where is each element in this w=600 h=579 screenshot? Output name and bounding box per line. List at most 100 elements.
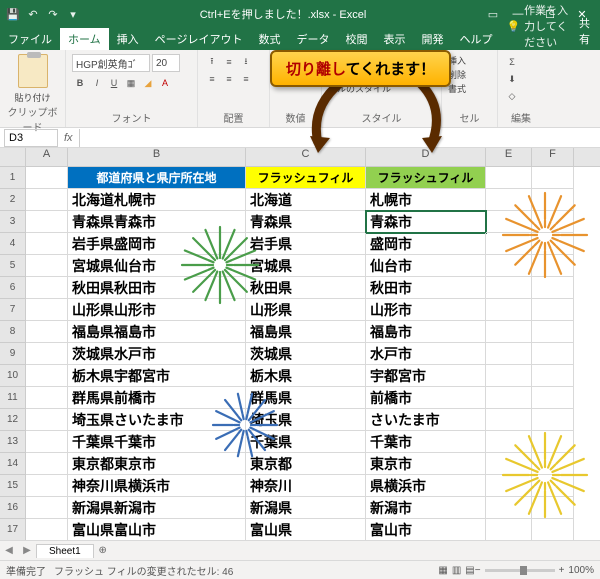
cell[interactable]: 群馬県: [246, 387, 366, 409]
row-header[interactable]: 13: [0, 431, 26, 453]
row-header[interactable]: 8: [0, 321, 26, 343]
cell[interactable]: 青森市: [366, 211, 486, 233]
zoom-slider[interactable]: [485, 569, 555, 572]
cell[interactable]: [532, 497, 574, 519]
zoom-level[interactable]: 100%: [568, 565, 594, 576]
row-header[interactable]: 12: [0, 409, 26, 431]
cell[interactable]: 東京都東京市: [68, 453, 246, 475]
sheet-nav-prev[interactable]: ◀: [0, 545, 18, 556]
cell[interactable]: 新潟県: [246, 497, 366, 519]
cell[interactable]: [532, 233, 574, 255]
ribbon-options-icon[interactable]: ▭: [486, 7, 500, 21]
row-header[interactable]: 6: [0, 277, 26, 299]
cell[interactable]: [486, 167, 532, 189]
cell[interactable]: [486, 431, 532, 453]
align-center-button[interactable]: ≡: [221, 71, 237, 87]
cell[interactable]: 山形県山形市: [68, 299, 246, 321]
col-header-b[interactable]: B: [68, 148, 246, 166]
cell[interactable]: 茨城県: [246, 343, 366, 365]
cell[interactable]: [486, 277, 532, 299]
cell[interactable]: [532, 387, 574, 409]
tab-view[interactable]: 表示: [375, 28, 413, 50]
cell[interactable]: 山形県: [246, 299, 366, 321]
zoom-in-button[interactable]: +: [559, 565, 565, 576]
sheet-tab[interactable]: Sheet1: [36, 544, 94, 558]
cell[interactable]: [532, 189, 574, 211]
cell[interactable]: 仙台市: [366, 255, 486, 277]
cell[interactable]: [26, 475, 68, 497]
cell[interactable]: [26, 255, 68, 277]
row-header[interactable]: 10: [0, 365, 26, 387]
row-header[interactable]: 16: [0, 497, 26, 519]
cell[interactable]: 青森県: [246, 211, 366, 233]
cell[interactable]: [532, 255, 574, 277]
cell[interactable]: 新潟県新潟市: [68, 497, 246, 519]
cell[interactable]: 前橋市: [366, 387, 486, 409]
cell[interactable]: 富山市: [366, 519, 486, 540]
cell[interactable]: [532, 321, 574, 343]
cell[interactable]: [532, 431, 574, 453]
tab-data[interactable]: データ: [288, 28, 337, 50]
tab-formulas[interactable]: 数式: [250, 28, 288, 50]
cell[interactable]: 千葉県: [246, 431, 366, 453]
autosum-button[interactable]: Σ: [504, 54, 520, 70]
italic-button[interactable]: I: [89, 75, 105, 91]
col-header-a[interactable]: A: [26, 148, 68, 166]
qat-more-icon[interactable]: ▾: [66, 7, 80, 21]
cell[interactable]: 千葉市: [366, 431, 486, 453]
undo-icon[interactable]: ↶: [26, 7, 40, 21]
cell[interactable]: 新潟市: [366, 497, 486, 519]
cell[interactable]: [486, 475, 532, 497]
paste-button[interactable]: 貼り付け: [14, 91, 50, 104]
cell[interactable]: [532, 475, 574, 497]
share-button[interactable]: 共有: [569, 12, 600, 50]
cell[interactable]: [532, 277, 574, 299]
col-header-f[interactable]: F: [532, 148, 574, 166]
tab-insert[interactable]: 挿入: [109, 28, 147, 50]
col-header-e[interactable]: E: [486, 148, 532, 166]
cell[interactable]: [532, 519, 574, 540]
align-left-button[interactable]: ≡: [204, 71, 220, 87]
align-top-button[interactable]: ⭱: [204, 54, 220, 70]
cell[interactable]: [486, 387, 532, 409]
cell[interactable]: [26, 299, 68, 321]
cell[interactable]: 北海道札幌市: [68, 189, 246, 211]
cell[interactable]: 水戸市: [366, 343, 486, 365]
cell[interactable]: [26, 277, 68, 299]
cell[interactable]: 福島県: [246, 321, 366, 343]
view-break-icon[interactable]: ▤: [465, 565, 474, 576]
tab-help[interactable]: ヘルプ: [451, 28, 500, 50]
cell[interactable]: [486, 189, 532, 211]
cell[interactable]: 山形市: [366, 299, 486, 321]
cell[interactable]: [532, 343, 574, 365]
cell[interactable]: [486, 497, 532, 519]
cell[interactable]: 県横浜市: [366, 475, 486, 497]
cell[interactable]: 神奈川県横浜市: [68, 475, 246, 497]
cell[interactable]: [532, 365, 574, 387]
cell[interactable]: 神奈川: [246, 475, 366, 497]
cell[interactable]: 東京市: [366, 453, 486, 475]
font-color-button[interactable]: A: [157, 75, 173, 91]
cell[interactable]: [486, 519, 532, 540]
border-button[interactable]: ▦: [123, 75, 139, 91]
cell[interactable]: [26, 497, 68, 519]
save-icon[interactable]: 💾: [6, 7, 20, 21]
align-middle-button[interactable]: ≡: [221, 54, 237, 70]
header-cell-c[interactable]: フラッシュフィル: [246, 167, 366, 189]
cell[interactable]: [486, 211, 532, 233]
cell[interactable]: [486, 409, 532, 431]
cell[interactable]: 群馬県前橋市: [68, 387, 246, 409]
name-box[interactable]: D3: [4, 129, 58, 147]
cell[interactable]: 栃木県宇都宮市: [68, 365, 246, 387]
align-right-button[interactable]: ≡: [238, 71, 254, 87]
tab-file[interactable]: ファイル: [0, 28, 60, 50]
cell[interactable]: [532, 299, 574, 321]
row-header[interactable]: 7: [0, 299, 26, 321]
row-header[interactable]: 2: [0, 189, 26, 211]
cell[interactable]: [486, 233, 532, 255]
cell[interactable]: 岩手県盛岡市: [68, 233, 246, 255]
row-header[interactable]: 11: [0, 387, 26, 409]
clear-button[interactable]: ◇: [504, 88, 520, 104]
cell[interactable]: 千葉県千葉市: [68, 431, 246, 453]
row-header[interactable]: 5: [0, 255, 26, 277]
